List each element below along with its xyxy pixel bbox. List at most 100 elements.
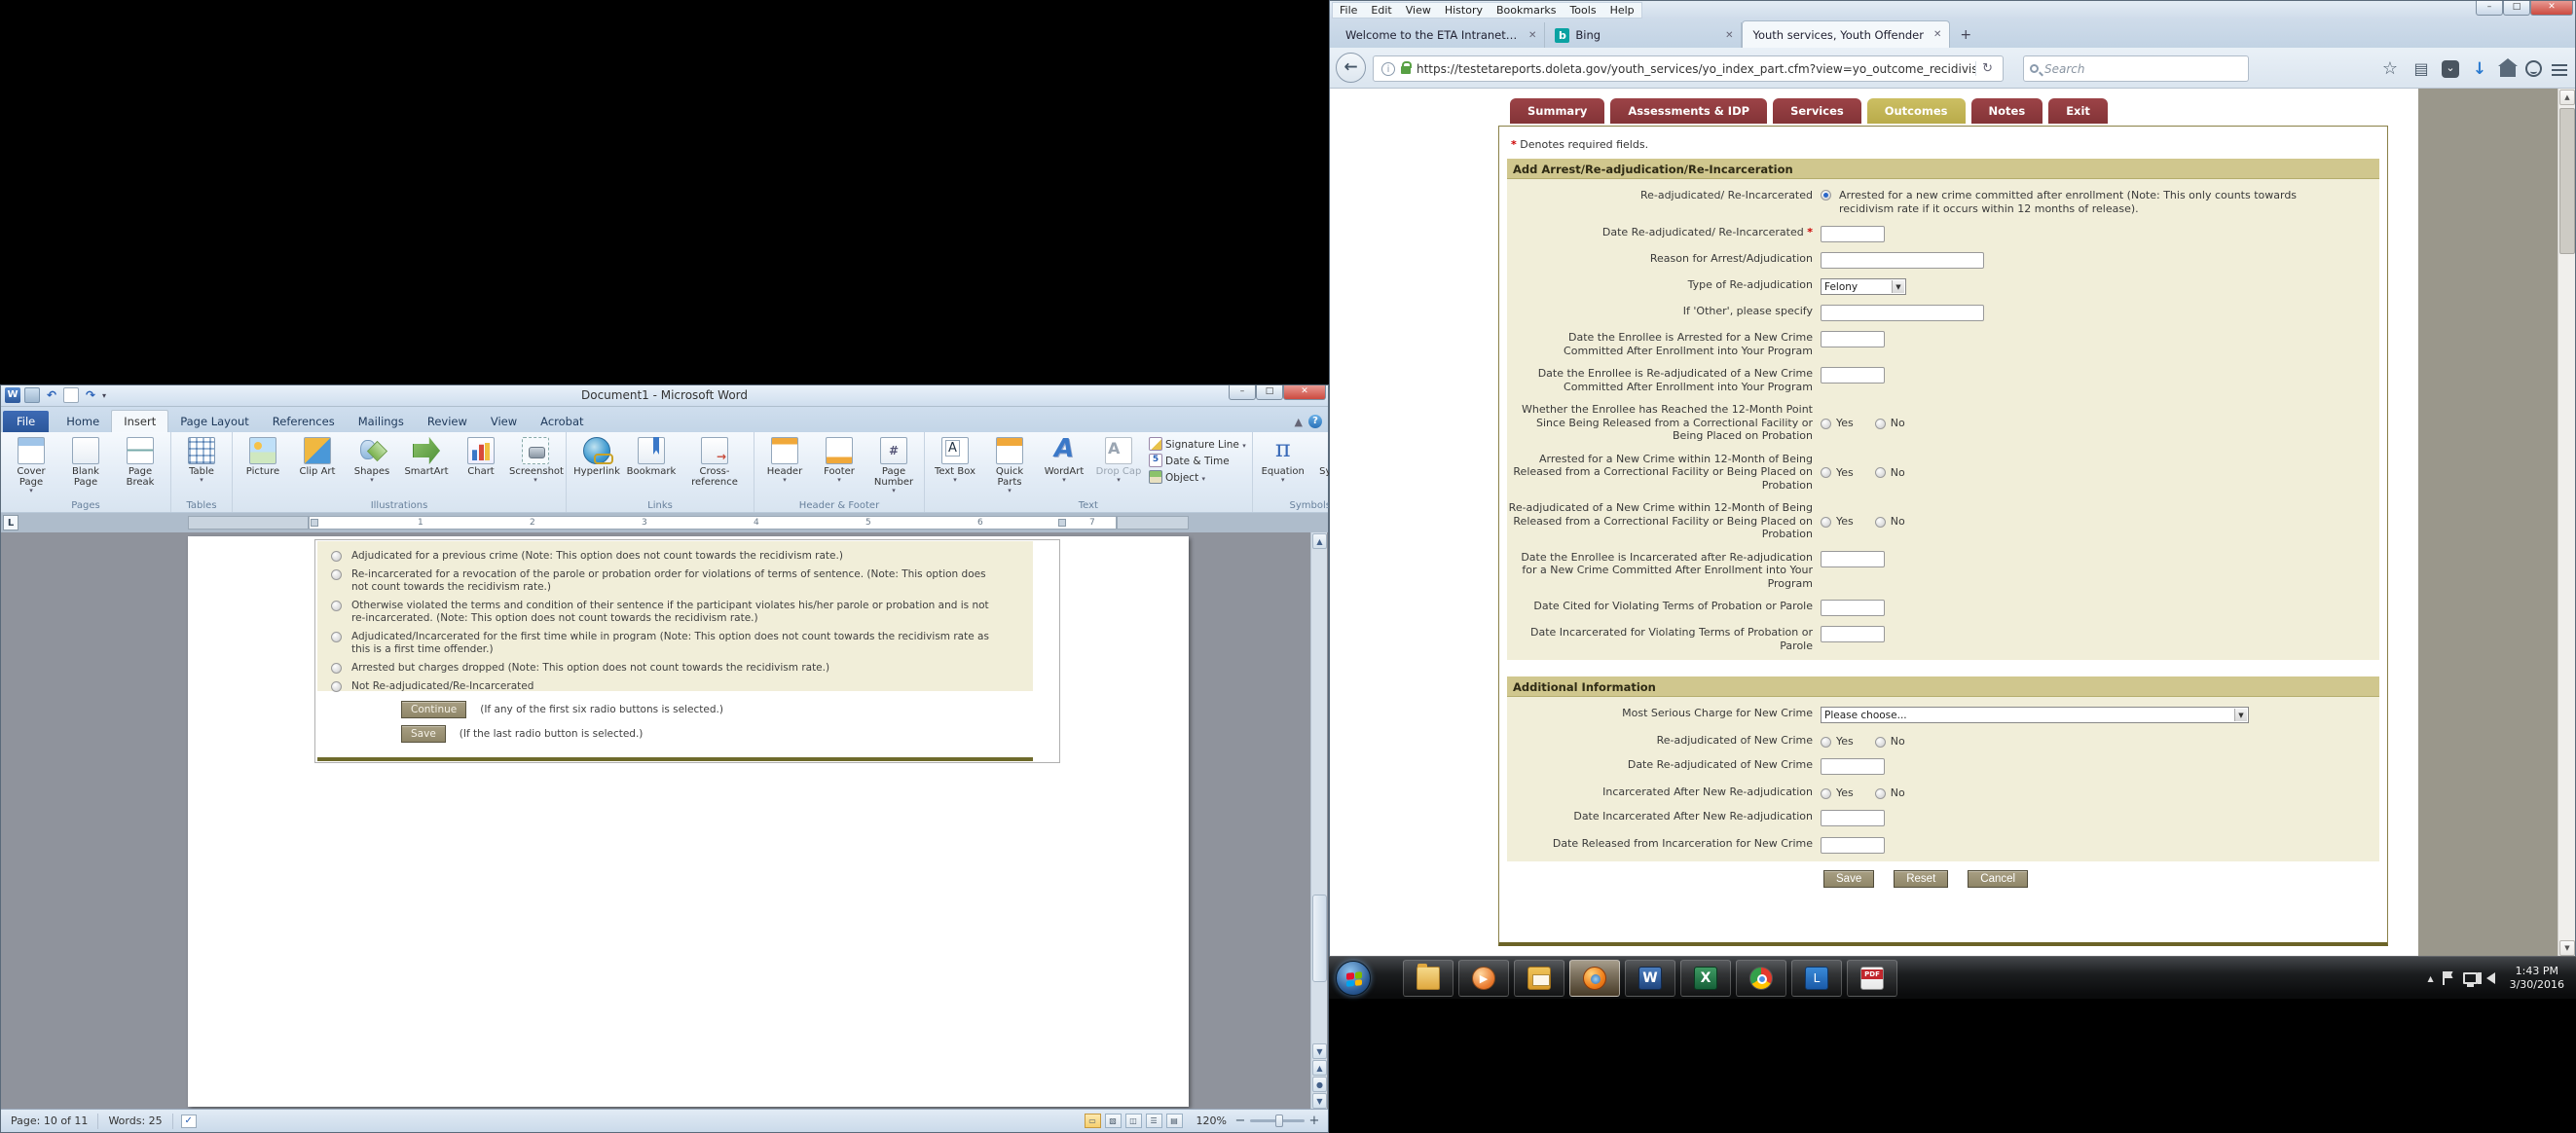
date-readjudicated-new-crime-2-input[interactable] bbox=[1821, 758, 1885, 775]
tab-mailings[interactable]: Mailings bbox=[347, 411, 416, 432]
url-text[interactable]: https://testetareports.doleta.gov/youth_… bbox=[1417, 62, 1975, 76]
tab-view[interactable]: View bbox=[479, 411, 529, 432]
volume-icon[interactable] bbox=[2486, 972, 2495, 984]
reset-button[interactable]: Reset bbox=[1894, 870, 1948, 888]
footer-button[interactable]: Footer bbox=[813, 434, 865, 483]
taskbar-media-player-button[interactable]: ▶ bbox=[1458, 960, 1509, 997]
form-tab-assessments[interactable]: Assessments & IDP bbox=[1610, 98, 1767, 124]
https-lock-icon[interactable] bbox=[1401, 66, 1411, 74]
document-canvas[interactable]: Adjudicated for a previous crime (Note: … bbox=[1, 532, 1328, 1110]
screenshot-button[interactable]: Screenshot bbox=[509, 434, 562, 483]
close-button[interactable]: ✕ bbox=[2530, 1, 2573, 16]
object-button[interactable]: Object ▾ bbox=[1149, 470, 1246, 484]
form-tab-summary[interactable]: Summary bbox=[1510, 98, 1604, 124]
tab-acrobat[interactable]: Acrobat bbox=[529, 411, 595, 432]
close-button[interactable]: ✕ bbox=[1283, 385, 1326, 400]
date-arrested-new-crime-input[interactable] bbox=[1821, 331, 1885, 347]
scrollbar-thumb[interactable] bbox=[2559, 108, 2575, 254]
form-tab-notes[interactable]: Notes bbox=[1971, 98, 2043, 124]
hello-smiley-icon[interactable] bbox=[2525, 60, 2542, 77]
cover-page-button[interactable]: Cover Page bbox=[5, 434, 57, 493]
taskbar-word-button[interactable]: W bbox=[1625, 960, 1675, 997]
fullscreen-reading-view-icon[interactable]: ▧ bbox=[1105, 1114, 1122, 1128]
taskbar-firefox-button[interactable] bbox=[1569, 960, 1620, 997]
zoom-level[interactable]: 120% bbox=[1196, 1115, 1227, 1127]
close-tab-icon[interactable]: ✕ bbox=[1528, 30, 1536, 41]
clip-art-button[interactable]: Clip Art bbox=[291, 434, 344, 477]
date-readjudicated-input[interactable] bbox=[1821, 226, 1885, 242]
form-tab-exit[interactable]: Exit bbox=[2048, 98, 2108, 124]
search-bar[interactable]: Search bbox=[2023, 55, 2249, 82]
text-box-button[interactable]: Text Box bbox=[929, 434, 981, 483]
action-center-flag-icon[interactable] bbox=[2443, 971, 2454, 985]
chart-button[interactable]: Chart bbox=[455, 434, 507, 477]
form-tab-outcomes[interactable]: Outcomes bbox=[1867, 98, 1966, 124]
scroll-down-icon[interactable]: ▼ bbox=[1312, 1043, 1327, 1059]
yes-radio[interactable] bbox=[1821, 737, 1831, 748]
form-tab-services[interactable]: Services bbox=[1773, 98, 1861, 124]
back-button[interactable]: ← bbox=[1336, 53, 1366, 83]
yes-radio[interactable] bbox=[1821, 419, 1831, 429]
tab-insert[interactable]: Insert bbox=[111, 410, 168, 432]
minimize-ribbon-icon[interactable]: ▲ bbox=[1295, 416, 1303, 428]
site-info-icon[interactable]: i bbox=[1381, 62, 1395, 76]
smartart-button[interactable]: SmartArt bbox=[400, 434, 453, 477]
zoom-slider-thumb[interactable] bbox=[1275, 1115, 1283, 1127]
no-radio[interactable] bbox=[1875, 517, 1886, 528]
menu-tools[interactable]: Tools bbox=[1563, 3, 1602, 18]
close-tab-icon[interactable]: ✕ bbox=[1725, 30, 1733, 41]
hyperlink-button[interactable]: Hyperlink bbox=[570, 434, 623, 477]
select-browse-object-icon[interactable]: ● bbox=[1312, 1077, 1327, 1092]
browser-tab-youth-services[interactable]: Youth services, Youth Offender ✕ bbox=[1742, 20, 1950, 48]
tab-stop-selector[interactable]: L bbox=[3, 515, 18, 530]
draft-view-icon[interactable]: ▤ bbox=[1166, 1114, 1183, 1128]
date-incarcerated-after-readjudication-input[interactable] bbox=[1821, 551, 1885, 567]
page-indicator[interactable]: Page: 10 of 11 bbox=[1, 1114, 98, 1129]
tab-file[interactable]: File bbox=[3, 411, 49, 432]
no-radio[interactable] bbox=[1875, 467, 1886, 478]
tab-review[interactable]: Review bbox=[416, 411, 479, 432]
taskbar-lync-button[interactable]: L bbox=[1791, 960, 1842, 997]
scroll-down-icon[interactable]: ▼ bbox=[2559, 940, 2575, 956]
other-specify-input[interactable] bbox=[1821, 305, 1984, 321]
picture-button[interactable]: Picture bbox=[237, 434, 289, 477]
previous-page-icon[interactable]: ▲ bbox=[1312, 1060, 1327, 1076]
date-cited-violating-input[interactable] bbox=[1821, 600, 1885, 616]
right-indent-marker[interactable] bbox=[1058, 519, 1066, 527]
bookmark-star-icon[interactable]: ☆ bbox=[2379, 58, 2401, 79]
cross-reference-button[interactable]: Cross-reference bbox=[680, 434, 750, 488]
print-layout-view-icon[interactable]: ▭ bbox=[1085, 1114, 1101, 1128]
taskbar-excel-button[interactable]: X bbox=[1680, 960, 1731, 997]
zoom-out-icon[interactable]: − bbox=[1234, 1114, 1246, 1128]
new-tab-button[interactable]: + bbox=[1954, 27, 1977, 43]
minimize-button[interactable]: – bbox=[1229, 385, 1256, 400]
no-radio[interactable] bbox=[1875, 419, 1886, 429]
help-icon[interactable]: ? bbox=[1308, 415, 1322, 428]
scroll-up-icon[interactable]: ▲ bbox=[2559, 90, 2575, 105]
header-button[interactable]: Header bbox=[758, 434, 811, 483]
menu-help[interactable]: Help bbox=[1603, 3, 1641, 18]
pocket-icon[interactable]: ⌄ bbox=[2442, 60, 2459, 78]
restore-button[interactable]: □ bbox=[1256, 385, 1283, 400]
equation-button[interactable]: Equation bbox=[1257, 434, 1309, 483]
date-incarcerated-after-new-readjudication-input[interactable] bbox=[1821, 810, 1885, 826]
taskbar-acrobat-button[interactable] bbox=[1847, 960, 1897, 997]
reason-arrest-input[interactable] bbox=[1821, 252, 1984, 269]
menu-view[interactable]: View bbox=[1399, 3, 1438, 18]
date-time-button[interactable]: Date & Time bbox=[1149, 454, 1246, 467]
menu-history[interactable]: History bbox=[1438, 3, 1490, 18]
browser-tab-bing[interactable]: b Bing ✕ bbox=[1545, 22, 1742, 48]
network-icon[interactable] bbox=[2463, 972, 2478, 984]
menu-file[interactable]: File bbox=[1333, 3, 1364, 18]
indent-marker[interactable] bbox=[311, 519, 318, 527]
document-page[interactable]: Adjudicated for a previous crime (Note: … bbox=[188, 536, 1189, 1107]
most-serious-charge-select[interactable]: Please choose...▼ bbox=[1821, 707, 2249, 723]
type-readjudication-select[interactable]: Felony▼ bbox=[1821, 278, 1906, 295]
minimize-button[interactable]: – bbox=[2476, 1, 2503, 16]
radio-selected[interactable] bbox=[1821, 190, 1831, 201]
home-icon[interactable] bbox=[2500, 66, 2516, 77]
yes-radio[interactable] bbox=[1821, 517, 1831, 528]
restore-button[interactable]: □ bbox=[2503, 1, 2530, 16]
menu-bookmarks[interactable]: Bookmarks bbox=[1490, 3, 1563, 18]
no-radio[interactable] bbox=[1875, 737, 1886, 748]
